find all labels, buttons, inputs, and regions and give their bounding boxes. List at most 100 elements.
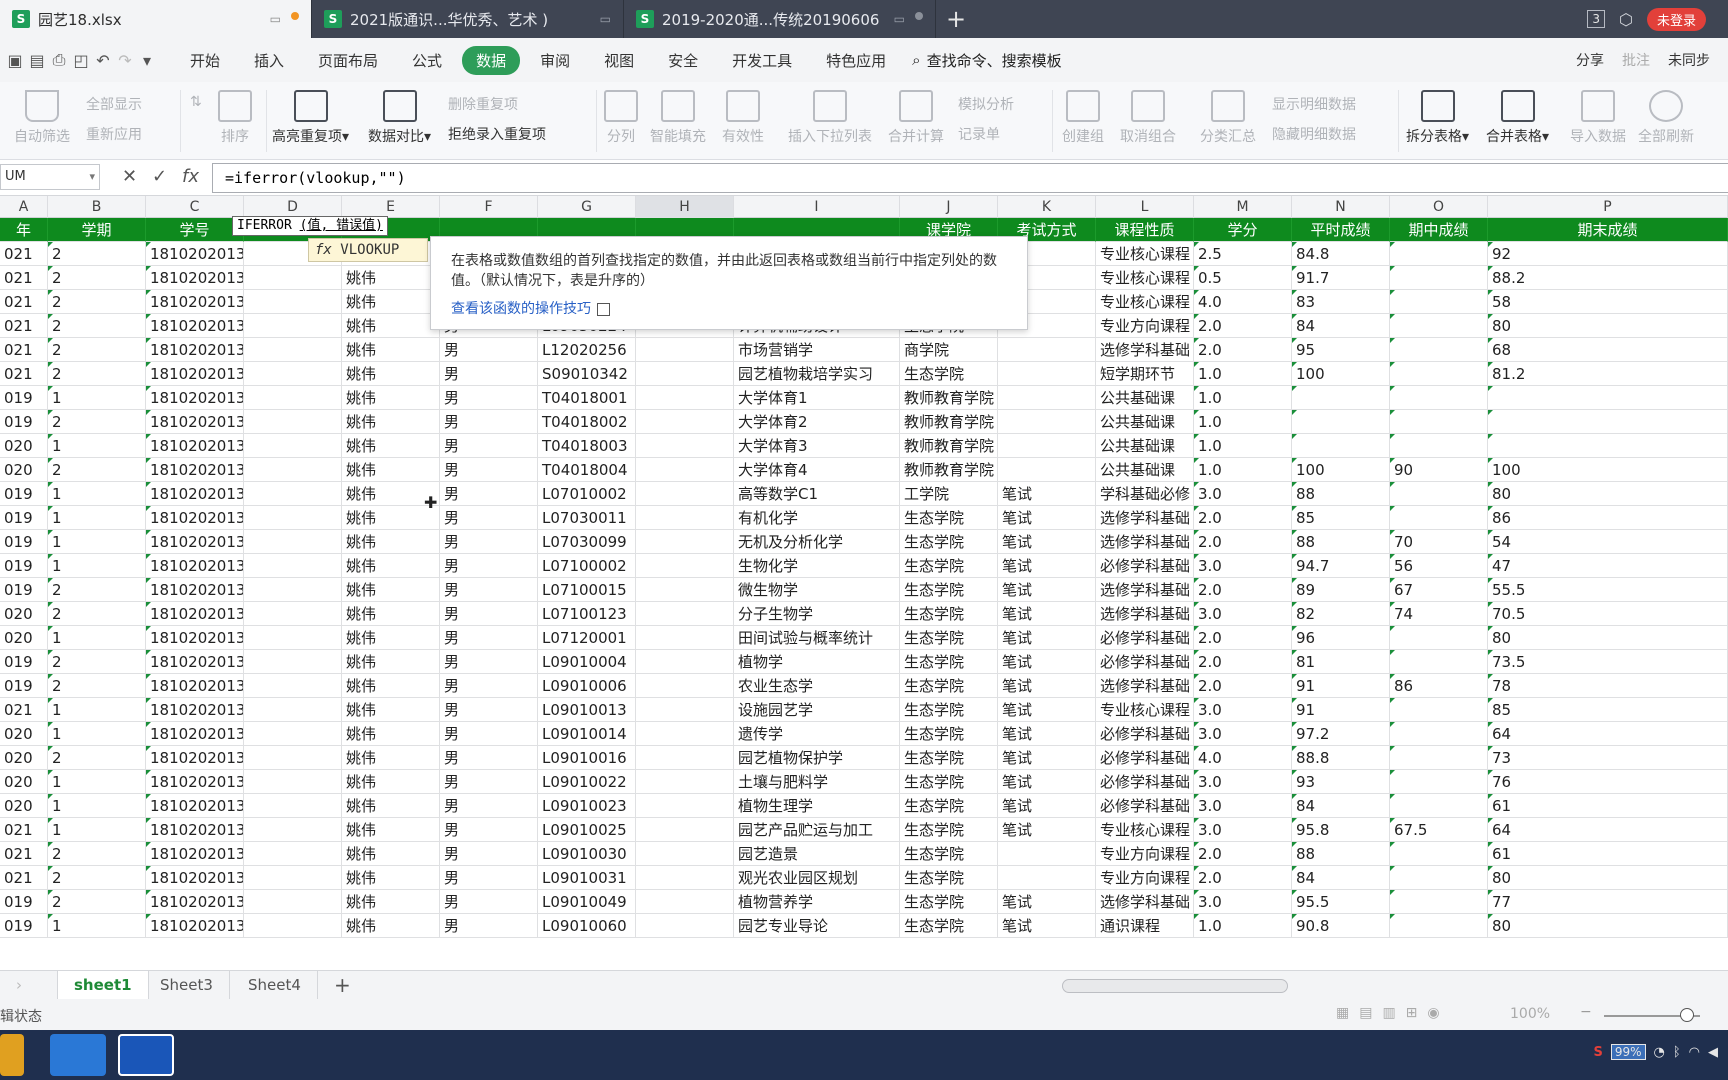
battery-indicator[interactable]: 99% bbox=[1610, 1044, 1646, 1060]
table-cell[interactable]: 88 bbox=[1292, 530, 1390, 554]
table-cell[interactable] bbox=[636, 410, 734, 434]
table-cell[interactable]: 笔试 bbox=[998, 506, 1096, 530]
table-cell[interactable] bbox=[244, 362, 342, 386]
table-cell[interactable]: 生态学院 bbox=[900, 650, 998, 674]
insert-dropdown-button[interactable]: 插入下拉列表 bbox=[788, 90, 872, 146]
table-cell[interactable]: 笔试 bbox=[998, 650, 1096, 674]
column-header-m[interactable]: M bbox=[1194, 196, 1292, 218]
table-cell[interactable]: 1.0 bbox=[1194, 458, 1292, 482]
hide-detail-button[interactable]: 隐藏明细数据 bbox=[1272, 124, 1356, 144]
taskbar-app-browser-icon[interactable] bbox=[50, 1034, 106, 1076]
table-cell[interactable]: 020 bbox=[0, 770, 48, 794]
import-data-button[interactable]: 导入数据 bbox=[1570, 90, 1626, 146]
table-cell[interactable]: 18102020132 bbox=[146, 866, 244, 890]
table-cell[interactable]: 生态学院 bbox=[900, 530, 998, 554]
table-cell[interactable]: 教师教育学院 bbox=[900, 458, 998, 482]
table-cell[interactable]: 公共基础课 bbox=[1096, 386, 1194, 410]
column-header-j[interactable]: J bbox=[900, 196, 998, 218]
table-cell[interactable]: 男 bbox=[440, 722, 538, 746]
table-cell[interactable] bbox=[1390, 746, 1488, 770]
header-cell[interactable]: 学分 bbox=[1194, 218, 1292, 242]
table-cell[interactable]: 18102020132 bbox=[146, 650, 244, 674]
table-cell[interactable]: 18102020132 bbox=[146, 242, 244, 266]
table-cell[interactable]: 019 bbox=[0, 482, 48, 506]
table-cell[interactable]: 公共基础课 bbox=[1096, 434, 1194, 458]
table-cell[interactable]: L09010016 bbox=[538, 746, 636, 770]
table-cell[interactable]: 18102020132 bbox=[146, 746, 244, 770]
table-cell[interactable]: 82 bbox=[1292, 602, 1390, 626]
table-cell[interactable] bbox=[1292, 386, 1390, 410]
menu-developer[interactable]: 开发工具 bbox=[718, 46, 806, 75]
table-cell[interactable]: 021 bbox=[0, 266, 48, 290]
table-cell[interactable]: 2.0 bbox=[1194, 578, 1292, 602]
table-cell[interactable]: 84 bbox=[1292, 866, 1390, 890]
table-cell[interactable] bbox=[1390, 386, 1488, 410]
table-cell[interactable]: 公共基础课 bbox=[1096, 458, 1194, 482]
table-cell[interactable]: 91.7 bbox=[1292, 266, 1390, 290]
table-cell[interactable]: 88 bbox=[1292, 482, 1390, 506]
table-cell[interactable]: 教师教育学院 bbox=[900, 386, 998, 410]
table-cell[interactable]: 男 bbox=[440, 530, 538, 554]
table-cell[interactable]: 姚伟 bbox=[342, 314, 440, 338]
table-cell[interactable]: 男 bbox=[440, 458, 538, 482]
sheet-tab-sheet3[interactable]: Sheet3 bbox=[144, 971, 230, 999]
table-cell[interactable]: 男 bbox=[440, 794, 538, 818]
table-cell[interactable]: 专业核心课程 bbox=[1096, 266, 1194, 290]
sort-button[interactable]: 排序 bbox=[218, 90, 252, 146]
table-cell[interactable]: 田间试验与概率统计 bbox=[734, 626, 900, 650]
table-cell[interactable]: 18102020132 bbox=[146, 530, 244, 554]
table-cell[interactable]: 男 bbox=[440, 410, 538, 434]
table-cell[interactable] bbox=[636, 458, 734, 482]
table-cell[interactable]: 019 bbox=[0, 578, 48, 602]
column-header-i[interactable]: I bbox=[734, 196, 900, 218]
table-cell[interactable]: 019 bbox=[0, 386, 48, 410]
customize-icon[interactable]: ▾ bbox=[136, 51, 158, 70]
header-cell[interactable]: 期末成绩 bbox=[1488, 218, 1728, 242]
table-cell[interactable] bbox=[244, 602, 342, 626]
table-cell[interactable]: 18102020132 bbox=[146, 482, 244, 506]
table-cell[interactable]: L09010031 bbox=[538, 866, 636, 890]
table-cell[interactable] bbox=[244, 626, 342, 650]
table-cell[interactable]: L07010002 bbox=[538, 482, 636, 506]
table-cell[interactable] bbox=[636, 482, 734, 506]
horizontal-scrollbar[interactable] bbox=[1062, 979, 1288, 993]
table-cell[interactable]: 18102020132 bbox=[146, 698, 244, 722]
table-cell[interactable]: 植物生理学 bbox=[734, 794, 900, 818]
preview-icon[interactable]: ◰ bbox=[70, 51, 92, 70]
table-cell[interactable] bbox=[1390, 338, 1488, 362]
table-cell[interactable]: 70 bbox=[1390, 530, 1488, 554]
table-cell[interactable] bbox=[244, 314, 342, 338]
table-cell[interactable]: 020 bbox=[0, 794, 48, 818]
table-cell[interactable]: 1 bbox=[48, 722, 146, 746]
table-cell[interactable]: 笔试 bbox=[998, 770, 1096, 794]
name-box[interactable]: UM bbox=[0, 164, 100, 190]
table-cell[interactable]: 1 bbox=[48, 914, 146, 938]
table-cell[interactable]: 姚伟 bbox=[342, 530, 440, 554]
table-cell[interactable]: 园艺造景 bbox=[734, 842, 900, 866]
table-cell[interactable] bbox=[1390, 650, 1488, 674]
table-cell[interactable] bbox=[636, 434, 734, 458]
table-cell[interactable] bbox=[1390, 626, 1488, 650]
table-cell[interactable] bbox=[998, 458, 1096, 482]
table-cell[interactable]: 姚伟 bbox=[342, 698, 440, 722]
table-cell[interactable]: 020 bbox=[0, 602, 48, 626]
table-cell[interactable]: 80 bbox=[1488, 626, 1728, 650]
table-cell[interactable]: 分子生物学 bbox=[734, 602, 900, 626]
table-cell[interactable]: 73.5 bbox=[1488, 650, 1728, 674]
table-cell[interactable]: 必修学科基础 bbox=[1096, 554, 1194, 578]
table-cell[interactable]: 男 bbox=[440, 506, 538, 530]
table-cell[interactable]: 85 bbox=[1488, 698, 1728, 722]
table-cell[interactable]: 选修学科基础 bbox=[1096, 602, 1194, 626]
table-cell[interactable]: 18102020132 bbox=[146, 818, 244, 842]
table-cell[interactable] bbox=[636, 602, 734, 626]
column-header-h[interactable]: H bbox=[636, 196, 734, 218]
table-cell[interactable]: 无机及分析化学 bbox=[734, 530, 900, 554]
table-cell[interactable]: 2 bbox=[48, 290, 146, 314]
table-cell[interactable]: 男 bbox=[440, 890, 538, 914]
table-cell[interactable]: 021 bbox=[0, 842, 48, 866]
menu-data[interactable]: 数据 bbox=[462, 45, 521, 75]
table-cell[interactable]: 3.0 bbox=[1194, 602, 1292, 626]
table-cell[interactable]: 021 bbox=[0, 242, 48, 266]
table-cell[interactable]: 91 bbox=[1292, 674, 1390, 698]
table-cell[interactable]: 男 bbox=[440, 362, 538, 386]
